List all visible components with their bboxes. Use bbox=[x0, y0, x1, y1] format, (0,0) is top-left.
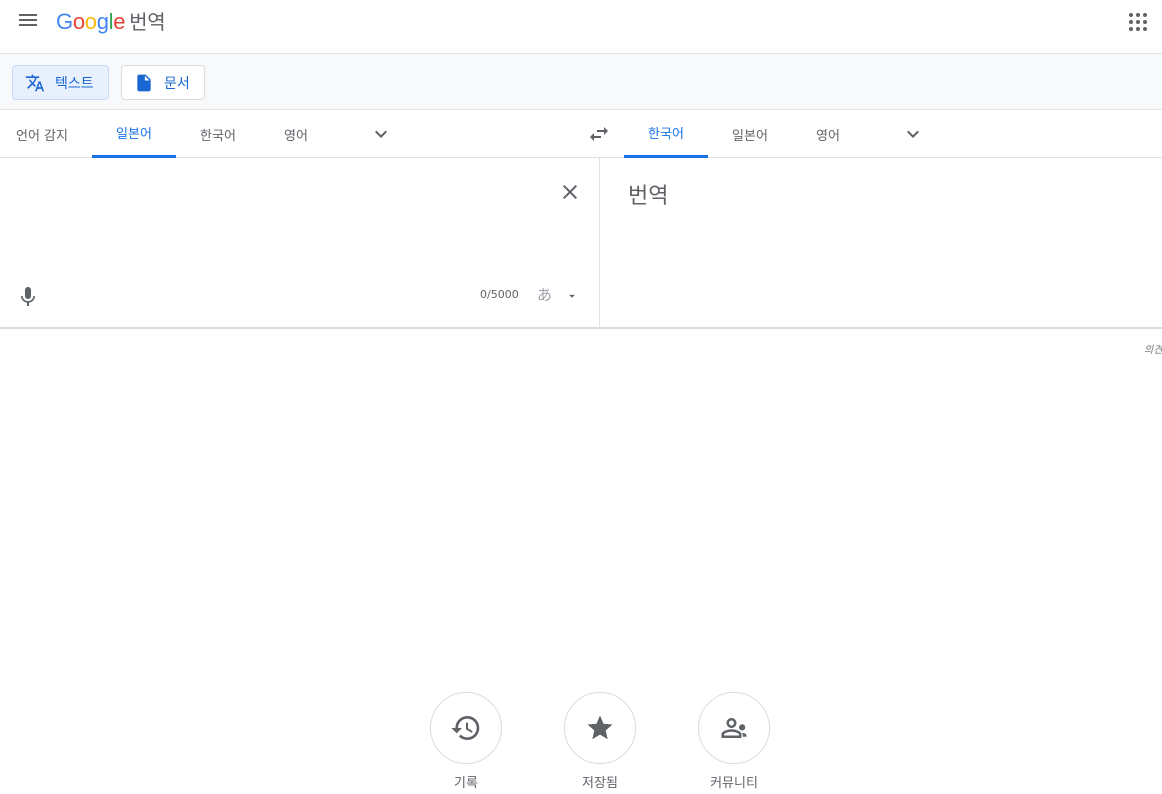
history-button[interactable] bbox=[430, 692, 502, 764]
star-icon bbox=[587, 715, 613, 740]
swap-icon[interactable] bbox=[587, 122, 611, 146]
chevron-down-icon[interactable] bbox=[901, 122, 925, 146]
community-icon bbox=[721, 718, 747, 738]
language-bar: 언어 감지 일본어 한국어 영어 한국어 일본어 영어 bbox=[0, 110, 1162, 158]
document-mode-button[interactable]: 문서 bbox=[121, 65, 205, 100]
history-label: 기록 bbox=[454, 776, 478, 791]
document-icon bbox=[137, 74, 151, 91]
document-mode-label: 문서 bbox=[164, 75, 190, 92]
source-lang-japanese[interactable]: 일본어 bbox=[92, 110, 176, 158]
close-icon[interactable] bbox=[558, 180, 582, 204]
logo-letter: o bbox=[84, 9, 97, 34]
text-mode-label: 텍스트 bbox=[55, 75, 94, 92]
mic-icon[interactable] bbox=[16, 285, 40, 309]
app-header: Google 번역 bbox=[0, 0, 1162, 54]
character-count: 0/5000 bbox=[480, 288, 519, 301]
saved-label: 저장됨 bbox=[582, 776, 618, 791]
mode-bar: 텍스트 문서 bbox=[0, 54, 1162, 110]
source-text-input[interactable] bbox=[16, 176, 536, 276]
source-lang-english[interactable]: 영어 bbox=[260, 110, 332, 158]
feedback-link[interactable]: 의견 bbox=[1144, 341, 1162, 356]
target-lang-korean[interactable]: 한국어 bbox=[624, 110, 708, 158]
chevron-down-icon[interactable] bbox=[369, 122, 393, 146]
source-lang-detect[interactable]: 언어 감지 bbox=[0, 110, 84, 158]
target-panel: 번역 bbox=[600, 158, 1162, 329]
caret-down-icon[interactable] bbox=[565, 288, 579, 302]
logo-letter: o bbox=[72, 9, 85, 34]
logo-letter: e bbox=[113, 9, 126, 34]
text-mode-button[interactable]: 텍스트 bbox=[12, 65, 109, 100]
logo-letter: G bbox=[56, 9, 73, 34]
hamburger-icon[interactable] bbox=[16, 8, 40, 32]
google-translate-logo[interactable]: Google 번역 bbox=[56, 6, 166, 35]
target-lang-japanese[interactable]: 일본어 bbox=[708, 110, 792, 158]
translation-placeholder: 번역 bbox=[628, 184, 669, 209]
community-button[interactable] bbox=[698, 692, 770, 764]
source-lang-korean[interactable]: 한국어 bbox=[176, 110, 260, 158]
product-name: 번역 bbox=[129, 10, 166, 34]
logo-letter: g bbox=[96, 9, 109, 34]
saved-item: 저장됨 bbox=[550, 692, 650, 791]
history-icon bbox=[451, 716, 480, 740]
apps-grid-icon[interactable] bbox=[1126, 10, 1150, 34]
community-item: 커뮤니티 bbox=[684, 692, 784, 791]
input-tools-button[interactable]: あ bbox=[537, 284, 552, 305]
target-lang-english[interactable]: 영어 bbox=[792, 110, 864, 158]
translate-icon bbox=[25, 74, 45, 91]
source-panel: 0/5000 あ bbox=[0, 158, 600, 329]
community-label: 커뮤니티 bbox=[710, 776, 758, 791]
saved-button[interactable] bbox=[564, 692, 636, 764]
history-item: 기록 bbox=[416, 692, 516, 791]
